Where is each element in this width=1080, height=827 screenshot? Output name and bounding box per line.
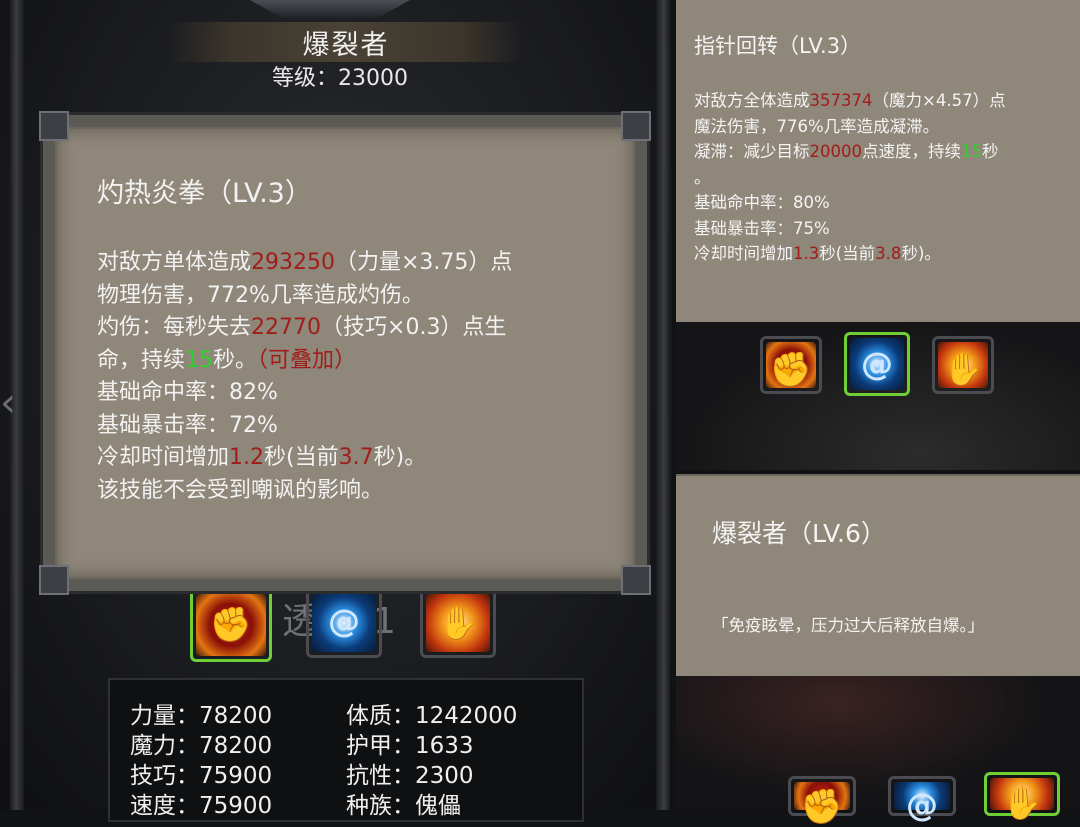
desc-text: 命，持续 <box>97 347 186 373</box>
damage-value: 357374 <box>809 91 873 110</box>
fist-skill-icon <box>196 594 266 656</box>
cooldown-value: 1.2 <box>229 445 265 470</box>
stat-race: 种族：傀儡 <box>346 793 461 819</box>
damage-value: 293250 <box>251 250 335 275</box>
right-bottom-skill-slot-2[interactable] <box>888 776 956 824</box>
character-level: 等级：23000 <box>272 66 408 91</box>
right-skill-row-panel <box>676 322 1080 470</box>
skill-tooltip: 灼热炎拳（LV.3） 对敌方单体造成293250（力量×3.75）点 物理伤害，… <box>39 111 651 595</box>
desc-text: 对敌方全体造成 <box>694 91 810 110</box>
stat-constitution: 体质：1242000 <box>346 703 518 729</box>
cooldown-current: 3.8 <box>875 244 902 263</box>
desc-text: 秒(当前 <box>264 445 339 470</box>
right-skill-slot-3[interactable] <box>932 336 994 394</box>
desc-line: 物理伤害，772%几率造成灼伤。 <box>97 282 424 308</box>
skill-title: 灼热炎拳（LV.3） <box>97 178 312 209</box>
right-passive-tooltip: 爆裂者（LV.6） 「免疫眩晕，压力过大后释放自爆。」 <box>676 474 1080 679</box>
tooltip-corner-ornament <box>621 111 651 141</box>
desc-text: 秒(当前 <box>819 244 876 263</box>
desc-line: 冷却时间增加1.2秒(当前3.7秒)。 <box>97 442 567 475</box>
stat-skill: 技巧：75900 <box>130 763 273 789</box>
right-skill-description: 对敌方全体造成357374（魔力×4.57）点 魔法伤害，776%几率造成凝滞。… <box>694 88 1068 267</box>
swirl-skill-icon <box>850 338 904 390</box>
passive-quote: 「免疫眩晕，压力过大后释放自爆。」 <box>712 616 985 635</box>
desc-text: 秒)。 <box>901 244 941 263</box>
desc-line: 对敌方单体造成293250（力量×3.75）点 <box>97 247 567 280</box>
skill-slot-2[interactable] <box>306 588 382 658</box>
fist-skill-icon <box>766 342 816 390</box>
tooltip-corner-ornament <box>621 565 651 595</box>
desc-line: 魔法伤害，776%几率造成凝滞。 <box>694 116 940 136</box>
right-bottom-skill-row <box>676 676 1080 827</box>
right-skill-slot-1[interactable] <box>760 336 822 394</box>
skill-slot-1[interactable] <box>190 588 272 662</box>
burst-skill-icon <box>426 594 490 652</box>
desc-text: 灼伤：每秒失去 <box>97 315 252 340</box>
swirl-skill-icon <box>894 782 950 824</box>
desc-line: 灼伤：每秒失去22770（技巧×0.3）点生 <box>97 312 567 345</box>
desc-line: 命，持续15秒。（可叠加） <box>97 345 567 378</box>
desc-text: （技巧×0.3）点生 <box>321 315 507 340</box>
side-arrow-icon[interactable]: ‹ <box>0 380 16 426</box>
skill-description: 对敌方单体造成293250（力量×3.75）点 物理伤害，772%几率造成灼伤。… <box>97 247 567 507</box>
stackable-note: （可叠加） <box>257 347 357 373</box>
desc-line: 冷却时间增加1.3秒(当前3.8秒)。 <box>694 241 1068 267</box>
frame-right-edge <box>656 0 670 810</box>
burst-skill-icon <box>938 342 988 388</box>
desc-text: 秒。 <box>213 347 258 373</box>
desc-text: 冷却时间增加 <box>97 445 230 470</box>
desc-line: 。 <box>694 167 711 187</box>
desc-text: 秒)。 <box>373 445 427 470</box>
desc-text: （力量×3.75）点 <box>335 250 513 275</box>
right-skill-slot-2[interactable] <box>844 332 910 396</box>
stat-speed: 速度：75900 <box>130 793 273 819</box>
tooltip-corner-ornament <box>39 111 69 141</box>
desc-line: 凝滞：减少目标20000点速度，持续15秒 <box>694 139 1068 165</box>
desc-text: （魔力×4.57）点 <box>872 91 1006 110</box>
stat-resistance: 抗性：2300 <box>346 763 474 789</box>
cooldown-value: 1.3 <box>793 244 820 263</box>
left-game-panel: 爆裂者 等级：23000 ‹ 透镜-1 力量：78200 魔力：78200 技巧… <box>0 0 672 822</box>
desc-text: 冷却时间增加 <box>694 244 793 263</box>
character-title-bar: 爆裂者 <box>168 22 524 62</box>
right-bottom-skill-slot-1[interactable] <box>788 776 856 827</box>
duration-value: 15 <box>961 142 982 161</box>
desc-line: 对敌方全体造成357374（魔力×4.57）点 <box>694 88 1068 114</box>
desc-text: 凝滞：减少目标 <box>694 142 810 161</box>
right-bottom-skill-slot-3[interactable] <box>984 772 1060 822</box>
stat-armor: 护甲：1633 <box>346 733 474 759</box>
right-skill-tooltip: 指针回转（LV.3） 对敌方全体造成357374（魔力×4.57）点 魔法伤害，… <box>676 0 1080 325</box>
top-ornament <box>250 0 410 18</box>
skill-slot-3[interactable] <box>420 588 496 658</box>
tooltip-corner-ornament <box>39 565 69 595</box>
desc-line: 该技能不会受到嘲讽的影响。 <box>97 477 384 503</box>
desc-text: 对敌方单体造成 <box>97 250 252 275</box>
stats-panel: 力量：78200 魔力：78200 技巧：75900 速度：75900 体质：1… <box>108 678 584 822</box>
right-skill-title: 指针回转（LV.3） <box>694 34 862 58</box>
fist-skill-icon <box>794 782 850 827</box>
passive-title: 爆裂者（LV.6） <box>712 519 886 548</box>
swirl-skill-icon <box>312 594 376 652</box>
burst-skill-icon <box>990 778 1054 822</box>
desc-line: 基础暴击率：72% <box>97 412 278 438</box>
cooldown-current: 3.7 <box>338 445 374 470</box>
stat-magic: 魔力：78200 <box>130 733 273 759</box>
desc-line: 基础命中率：82% <box>97 380 278 405</box>
debuff-value: 20000 <box>809 142 863 161</box>
duration-value: 15 <box>185 347 214 373</box>
desc-line: 基础暴击率：75% <box>694 218 830 238</box>
stat-strength: 力量：78200 <box>130 703 273 729</box>
desc-text: 秒 <box>982 142 999 161</box>
desc-line: 基础命中率：80% <box>694 193 830 212</box>
character-name: 爆裂者 <box>302 29 390 61</box>
damage-value: 22770 <box>251 315 322 340</box>
desc-text: 点速度，持续 <box>862 142 961 161</box>
